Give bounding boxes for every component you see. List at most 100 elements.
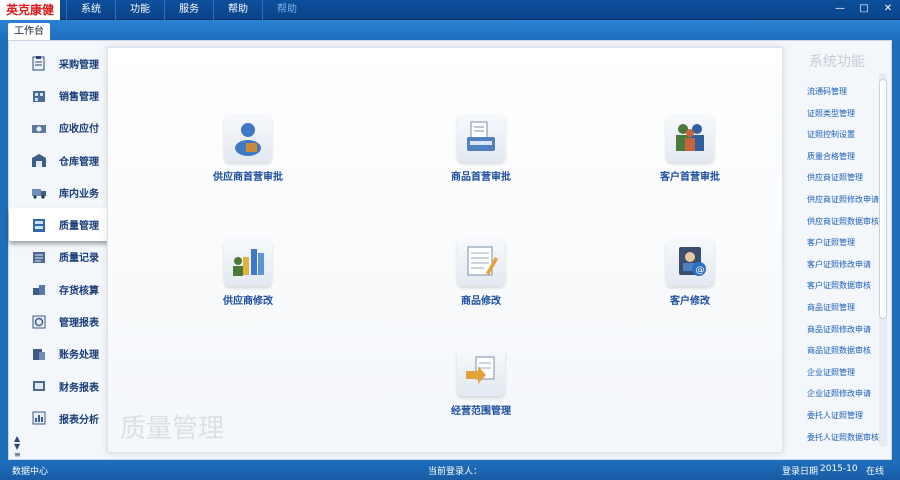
close-icon[interactable]: ✕ bbox=[882, 3, 894, 14]
tile-product-approval[interactable]: 商品首营审批 bbox=[411, 114, 551, 183]
nav-label: 销售管理 bbox=[59, 91, 99, 103]
status-bar: 数据中心 当前登录人： 登录日期 2015-10 在线 bbox=[0, 460, 900, 480]
building-icon bbox=[33, 91, 45, 103]
tile-label: 客户修改 bbox=[670, 296, 710, 307]
system-function-panel: 系统功能 流通码管理 证照类型管理 证照控制设置 质量合格管理 供应商证照管理 … bbox=[799, 47, 891, 453]
minimize-icon[interactable]: — bbox=[834, 3, 846, 14]
supplier-approval-icon bbox=[224, 114, 272, 162]
scrollbar[interactable] bbox=[879, 73, 887, 447]
tile-product-edit[interactable]: 商品修改 bbox=[411, 238, 551, 307]
function-link[interactable]: 商品证照管理 bbox=[807, 297, 885, 319]
tile-label: 供应商首营审批 bbox=[213, 172, 283, 183]
function-link[interactable]: 客户证照数据审核 bbox=[807, 275, 885, 297]
nav-label: 采购管理 bbox=[59, 59, 99, 71]
tile-business-scope[interactable]: 经营范围管理 bbox=[411, 348, 551, 417]
title-bar: 英克康健 系统 功能 服务 帮助 帮助 — □ ✕ bbox=[0, 0, 900, 20]
inventory-icon bbox=[33, 285, 45, 296]
function-link[interactable]: 商品证照修改申请 bbox=[807, 319, 885, 341]
truck-icon bbox=[32, 189, 46, 199]
main-panel: 供应商首营审批 商品首营审批 客户首营审批 供应商修改 商品修改 @ 客户修改 … bbox=[107, 47, 783, 453]
svg-text:@: @ bbox=[696, 266, 705, 276]
nav-item-quality[interactable]: 质量管理 bbox=[9, 208, 109, 241]
function-link[interactable]: 企业证照修改申请 bbox=[807, 383, 885, 405]
function-link[interactable]: 供应商证照管理 bbox=[807, 167, 885, 189]
menu-function[interactable]: 功能 bbox=[115, 0, 164, 20]
function-link[interactable]: 客户证照修改申请 bbox=[807, 254, 885, 276]
supplier-edit-icon bbox=[224, 238, 272, 286]
tab-strip: 工作台 bbox=[0, 20, 900, 40]
menu-system[interactable]: 系统 bbox=[66, 0, 115, 20]
function-link[interactable]: 证照控制设置 bbox=[807, 124, 885, 146]
section-watermark: 质量管理 bbox=[120, 414, 225, 444]
function-link[interactable]: 商品证照数据审核 bbox=[807, 340, 885, 362]
maximize-icon[interactable]: □ bbox=[858, 3, 870, 14]
tile-label: 商品首营审批 bbox=[451, 172, 511, 183]
nav-label: 质量记录 bbox=[59, 253, 99, 265]
function-link[interactable]: 委托人证照管理 bbox=[807, 405, 885, 427]
status-date: 2015-10 bbox=[820, 464, 858, 474]
function-link[interactable]: 供应商证照修改申请 bbox=[807, 189, 885, 211]
function-link[interactable]: 客户证照管理 bbox=[807, 232, 885, 254]
analysis-icon bbox=[32, 411, 46, 425]
function-link[interactable]: 委托人证照数据审核 bbox=[807, 427, 885, 449]
left-nav: 采购管理 销售管理 应收应付 仓库管理 库内业务 质量管理 质量记录 存货核算 bbox=[9, 47, 109, 459]
nav-item-finance-report[interactable]: 财务报表 bbox=[9, 370, 109, 402]
content-frame: 采购管理 销售管理 应收应付 仓库管理 库内业务 质量管理 质量记录 存货核算 bbox=[8, 40, 892, 460]
tile-customer-edit[interactable]: @ 客户修改 bbox=[620, 238, 760, 307]
report-icon bbox=[32, 315, 46, 329]
nav-item-warehouse[interactable]: 仓库管理 bbox=[9, 144, 109, 176]
business-scope-icon bbox=[457, 348, 505, 396]
nav-item-analysis[interactable]: 报表分析 bbox=[9, 402, 109, 434]
customer-edit-icon: @ bbox=[666, 238, 714, 286]
finance-report-icon bbox=[33, 381, 45, 392]
status-online: 在线 bbox=[866, 467, 885, 477]
function-link[interactable]: 证照类型管理 bbox=[807, 103, 885, 125]
function-link[interactable]: 供应商证照数据审核 bbox=[807, 211, 885, 233]
status-login-label: 登录日期 bbox=[782, 467, 819, 477]
nav-item-sales[interactable]: 销售管理 bbox=[9, 79, 109, 111]
nav-item-inventory[interactable]: 存货核算 bbox=[9, 273, 109, 305]
nav-label: 财务报表 bbox=[59, 382, 99, 394]
main-menu: 系统 功能 服务 帮助 帮助 bbox=[66, 0, 311, 20]
menu-extra[interactable]: 帮助 bbox=[262, 0, 311, 20]
nav-item-purchase[interactable]: 采购管理 bbox=[9, 47, 109, 79]
tile-supplier-edit[interactable]: 供应商修改 bbox=[178, 238, 318, 307]
menu-service[interactable]: 服务 bbox=[164, 0, 213, 20]
accounting-icon bbox=[33, 348, 45, 360]
nav-label: 仓库管理 bbox=[59, 156, 99, 168]
scrollbar-thumb[interactable] bbox=[879, 79, 887, 319]
tile-label: 经营范围管理 bbox=[451, 406, 511, 417]
nav-label: 报表分析 bbox=[59, 414, 99, 426]
nav-item-inhouse[interactable]: 库内业务 bbox=[9, 176, 109, 208]
nav-item-report[interactable]: 管理报表 bbox=[9, 305, 109, 337]
nav-arrows-icon[interactable]: ▲ ▼ ≡ bbox=[14, 435, 21, 459]
nav-label: 库内业务 bbox=[59, 188, 99, 200]
nav-label: 管理报表 bbox=[59, 318, 99, 330]
tile-label: 客户首营审批 bbox=[660, 172, 720, 183]
clipboard-icon bbox=[32, 56, 45, 71]
nav-label: 应收应付 bbox=[59, 124, 99, 136]
menu-help[interactable]: 帮助 bbox=[213, 0, 262, 20]
nav-label: 账务处理 bbox=[59, 350, 99, 362]
tile-label: 商品修改 bbox=[461, 296, 501, 307]
function-link[interactable]: 企业证照管理 bbox=[807, 362, 885, 384]
customer-approval-icon bbox=[666, 114, 714, 162]
panel-title: 系统功能 bbox=[809, 54, 865, 70]
function-link[interactable]: 质量合格管理 bbox=[807, 146, 885, 168]
tab-workbench[interactable]: 工作台 bbox=[8, 23, 50, 40]
function-link[interactable]: 流通码管理 bbox=[807, 81, 885, 103]
status-user: 当前登录人： bbox=[428, 467, 483, 477]
tile-supplier-approval[interactable]: 供应商首营审批 bbox=[178, 114, 318, 183]
tile-customer-approval[interactable]: 客户首营审批 bbox=[620, 114, 760, 183]
nav-item-accounting[interactable]: 账务处理 bbox=[9, 338, 109, 370]
warehouse-icon bbox=[32, 154, 46, 168]
window-controls: — □ ✕ bbox=[834, 3, 894, 14]
status-left: 数据中心 bbox=[12, 467, 49, 477]
nav-item-quality-record[interactable]: 质量记录 bbox=[9, 241, 109, 273]
quality-icon bbox=[33, 218, 45, 232]
nav-item-receivable[interactable]: 应收应付 bbox=[9, 112, 109, 144]
nav-label: 存货核算 bbox=[59, 285, 99, 297]
record-icon bbox=[33, 251, 45, 263]
function-list: 流通码管理 证照类型管理 证照控制设置 质量合格管理 供应商证照管理 供应商证照… bbox=[807, 81, 885, 448]
product-edit-icon bbox=[457, 238, 505, 286]
